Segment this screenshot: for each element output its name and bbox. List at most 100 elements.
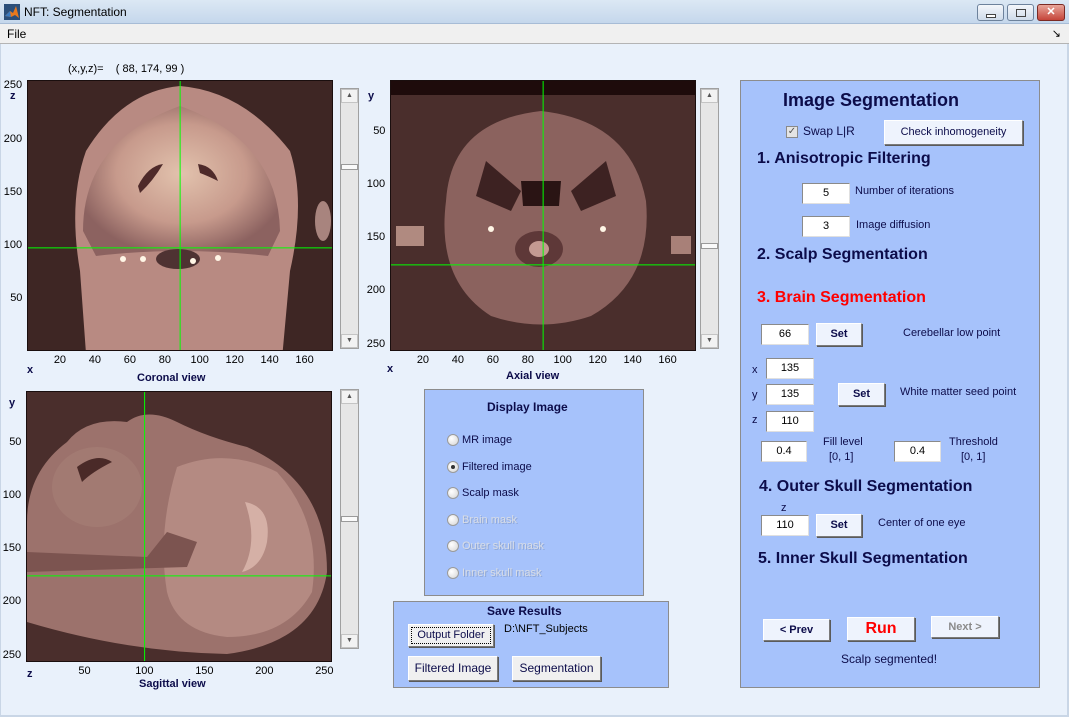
scroll-down-arrow-icon[interactable]: ▼: [341, 334, 358, 348]
menu-file[interactable]: File: [7, 27, 26, 41]
seed-z-label: z: [752, 414, 758, 426]
sagittal-x-tick-label: 250: [315, 665, 334, 677]
coronal-view-image[interactable]: [27, 80, 333, 351]
axial-x-tick-label: 140: [623, 354, 642, 366]
axial-x-tick-label: 20: [416, 354, 430, 366]
iterations-label: Number of iterations: [855, 185, 955, 197]
display-image-panel: Display Image MR image Filtered image Scal…: [424, 389, 644, 596]
save-filtered-image-button[interactable]: Filtered Image: [408, 656, 498, 681]
radio-button[interactable]: [447, 487, 459, 499]
sagittal-x-tick-label: 200: [255, 665, 274, 677]
axial-x-axis-letter: x: [387, 363, 394, 375]
sagittal-slice-scrollbar[interactable]: ▲ ▼: [340, 389, 359, 649]
axial-y-axis-letter: y: [368, 90, 375, 102]
sagittal-y-axis-letter: y: [9, 397, 16, 409]
image-segmentation-panel: Image Segmentation ✓ Swap L|R Check inho…: [740, 80, 1040, 688]
sagittal-x-tick-label: 50: [78, 665, 91, 677]
sagittal-x-tick-label: 150: [195, 665, 214, 677]
coronal-x-axis-letter: x: [27, 364, 34, 376]
axial-mri-slice: [391, 81, 695, 350]
output-folder-button[interactable]: Output Folder: [408, 624, 494, 647]
radio-button: [447, 566, 459, 579]
close-button[interactable]: ✕: [1037, 4, 1065, 21]
maximize-icon: [1016, 9, 1026, 17]
coordinates-readout: (x,y,z)= ( 88, 174, 99 ): [68, 63, 184, 75]
check-inhomogeneity-button[interactable]: Check inhomogeneity: [884, 120, 1023, 145]
cerebellar-low-point-input[interactable]: 66: [761, 324, 809, 345]
set-seed-point-button[interactable]: Set: [838, 383, 885, 406]
radio-label: Filtered image: [462, 460, 532, 473]
scroll-thumb[interactable]: [341, 516, 358, 522]
axial-y-tick-label: 250: [366, 337, 386, 350]
axial-view-image[interactable]: [390, 80, 696, 351]
menu-bar: File ↘: [0, 24, 1069, 44]
coronal-x-tick-label: 140: [260, 354, 279, 366]
sagittal-mri-slice: [27, 392, 331, 661]
close-icon: ✕: [1046, 6, 1056, 18]
seed-y-input[interactable]: 135: [766, 384, 814, 405]
axial-y-tick-label: 150: [366, 231, 386, 244]
coronal-x-tick-label: 160: [295, 354, 314, 366]
seed-point-label: White matter seed point: [900, 386, 1017, 398]
scroll-down-arrow-icon[interactable]: ▼: [701, 334, 718, 348]
radio-label: Inner skull mask: [462, 566, 542, 579]
radio-button[interactable]: [447, 460, 459, 473]
coordinates-value: ( 88, 174, 99 ): [115, 63, 185, 75]
prev-button[interactable]: < Prev: [763, 619, 830, 641]
minimize-button[interactable]: [977, 4, 1004, 21]
axial-head-outline: [444, 111, 647, 325]
run-button[interactable]: Run: [847, 617, 915, 641]
step1-title: 1. Anisotropic Filtering: [757, 150, 931, 167]
step5-title: 5. Inner Skull Segmentation: [758, 550, 968, 567]
next-button[interactable]: Next >: [931, 616, 999, 638]
save-segmentation-button[interactable]: Segmentation: [512, 656, 601, 681]
coronal-view-title: Coronal view: [137, 372, 206, 384]
axial-y-tick-label: 200: [366, 284, 386, 297]
eye-center-input[interactable]: 110: [761, 515, 809, 536]
coronal-x-tick-label: 120: [225, 354, 244, 366]
iterations-input[interactable]: 5: [802, 183, 850, 204]
scroll-thumb[interactable]: [341, 163, 358, 170]
scroll-down-arrow-icon[interactable]: ▼: [341, 634, 358, 648]
scroll-thumb[interactable]: [701, 242, 718, 249]
seed-x-input[interactable]: 135: [766, 358, 814, 379]
swap-lr-checkbox[interactable]: ✓: [786, 126, 798, 138]
radio-button[interactable]: [447, 434, 459, 446]
set-cerebellar-button[interactable]: Set: [816, 323, 862, 346]
sagittal-view-image[interactable]: [26, 391, 332, 662]
diffusion-input[interactable]: 3: [802, 216, 850, 237]
scroll-up-arrow-icon[interactable]: ▲: [341, 390, 358, 404]
save-results-panel: Save Results Output Folder D:\NFT_Subjec…: [393, 601, 669, 688]
diffusion-label: Image diffusion: [856, 219, 931, 231]
radio-label: Scalp mask: [462, 487, 519, 499]
seed-x-label: x: [752, 364, 758, 376]
radio-button: [447, 540, 459, 552]
display-image-title: Display Image: [487, 400, 568, 414]
set-eye-center-button[interactable]: Set: [816, 514, 862, 537]
scroll-up-arrow-icon[interactable]: ▲: [341, 89, 358, 103]
axial-x-tick-label: 80: [521, 354, 534, 366]
maximize-button[interactable]: [1007, 4, 1034, 21]
dock-arrow-icon[interactable]: ↘: [1052, 27, 1061, 40]
coronal-slice-scrollbar[interactable]: ▲ ▼: [340, 88, 359, 349]
axial-view-title: Axial view: [506, 370, 560, 382]
minimize-icon: [986, 14, 996, 18]
fill-level-input[interactable]: 0.4: [761, 441, 807, 462]
fill-level-range: [0, 1]: [829, 451, 854, 463]
step2-title: 2. Scalp Segmentation: [757, 246, 928, 263]
coronal-x-tick-label: 100: [190, 354, 209, 366]
coronal-x-tick-label: 20: [53, 354, 67, 366]
threshold-label: Threshold: [949, 436, 998, 448]
axial-slice-scrollbar[interactable]: ▲ ▼: [700, 88, 719, 349]
sagittal-y-tick-label: 50: [9, 436, 22, 449]
coronal-y-tick-label: 100: [3, 238, 23, 251]
eye-center-label: Center of one eye: [878, 517, 966, 529]
scroll-up-arrow-icon[interactable]: ▲: [701, 89, 718, 103]
fill-level-label: Fill level: [823, 436, 863, 448]
coordinates-label: (x,y,z)=: [68, 63, 104, 75]
coronal-y-tick-label: 150: [3, 185, 23, 198]
coronal-y-tick-label: 50: [10, 291, 23, 304]
seed-z-input[interactable]: 110: [766, 411, 814, 432]
threshold-input[interactable]: 0.4: [894, 441, 941, 462]
coronal-x-tick-label: 80: [158, 354, 171, 366]
